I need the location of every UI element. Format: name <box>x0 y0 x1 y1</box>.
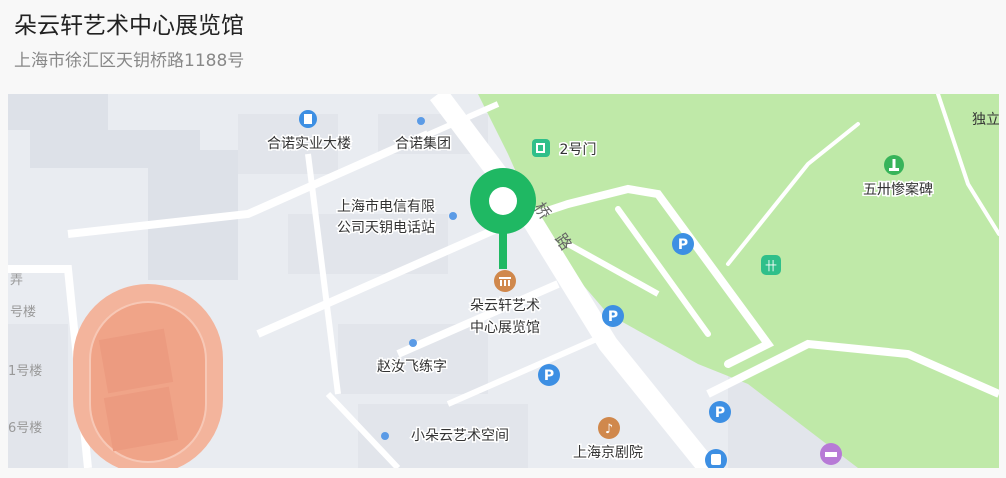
museum-icon <box>494 270 516 292</box>
map-label-hennuo-group: 合诺集团 <box>395 135 451 152</box>
venue-title: 朵云轩艺术中心展览馆 <box>14 13 244 39</box>
map-label-telecom-1: 上海市电信有限 <box>337 198 435 215</box>
svg-text:P: P <box>715 405 725 421</box>
monument-icon <box>884 155 904 175</box>
map-label-gate2: 2号门 <box>560 142 597 158</box>
parking-icon: P <box>538 364 560 386</box>
poi-dot <box>381 432 389 440</box>
poi-dot <box>417 117 425 125</box>
parking-icon: P <box>672 233 694 255</box>
map-label-duli: 独立 <box>972 112 999 128</box>
map-label-target-1: 朵云轩艺术 <box>470 298 540 314</box>
building-block <box>8 324 68 468</box>
venue-header: 朵云轩艺术中心展览馆 上海市徐汇区天钥桥路1188号 <box>14 10 244 74</box>
map-label-xiaoduoyun: 小朵云艺术空间 <box>411 428 509 444</box>
venue-address: 上海市徐汇区天钥桥路1188号 <box>14 51 245 71</box>
map-label-nong: 弄 <box>10 273 23 288</box>
map-canvas[interactable]: 卄 P P P P ♪ 合诺实业大楼 合诺集团 2号门 上海市电信有限 公司天钥… <box>8 94 999 468</box>
map-label: 合路 <box>339 94 367 96</box>
gate-icon <box>532 139 550 157</box>
hotel-icon <box>820 443 842 465</box>
map-label-telecom-2: 公司天钥电话站 <box>337 220 435 236</box>
svg-text:P: P <box>608 309 618 325</box>
map-label-target-2: 中心展览馆 <box>470 320 540 336</box>
restroom-icon: 卄 <box>761 255 781 275</box>
parking-icon: P <box>709 401 731 423</box>
map-label-building-c: 6号楼 <box>8 421 42 436</box>
svg-text:P: P <box>544 368 554 384</box>
sports-track <box>73 284 223 468</box>
music-icon: ♪ <box>598 417 620 439</box>
map-label-building-b: 1号楼 <box>8 364 42 379</box>
svg-text:卄: 卄 <box>765 259 777 273</box>
svg-text:P: P <box>678 237 688 253</box>
map-label-wuzhou: 五卅惨案碑 <box>863 181 933 198</box>
map-label-zhao: 赵汝飞练字 <box>377 359 447 375</box>
map-label-building-a: 号楼 <box>10 305 36 320</box>
parking-icon: P <box>602 305 624 327</box>
poi-dot <box>409 339 417 347</box>
map-label-hennuo-building: 合诺实业大楼 <box>267 136 351 152</box>
poi-dot <box>449 212 457 220</box>
building-icon <box>299 110 317 128</box>
map-view[interactable]: 卄 P P P P ♪ 合诺实业大楼 合诺集团 2号门 上海市电信有限 公司天钥… <box>8 94 999 468</box>
svg-text:♪: ♪ <box>605 422 613 437</box>
map-label-jingju: 上海京剧院 <box>573 445 643 461</box>
building-block <box>8 94 108 130</box>
